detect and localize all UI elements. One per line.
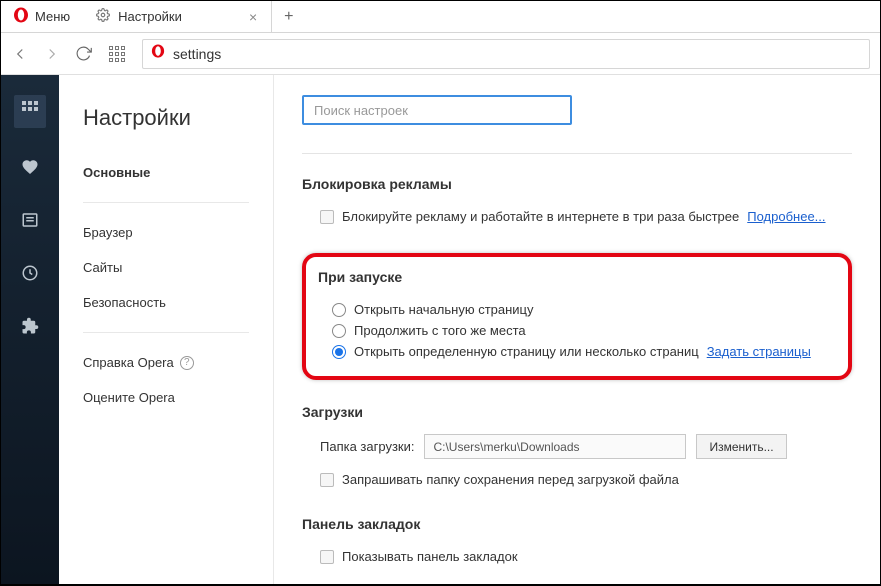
section-adblock: Блокировка рекламы Блокируйте рекламу и …: [302, 176, 852, 227]
set-pages-link[interactable]: Задать страницы: [707, 344, 811, 359]
address-bar[interactable]: settings: [142, 39, 870, 69]
forward-button[interactable]: [43, 45, 61, 63]
titlebar: Меню Настройки × +: [1, 1, 880, 33]
nav-item-security[interactable]: Безопасность: [83, 285, 249, 320]
download-folder-input[interactable]: C:\Users\merku\Downloads: [424, 434, 686, 459]
opera-logo-icon: [13, 7, 29, 26]
settings-sidebar: Настройки Основные Браузер Сайты Безопас…: [59, 75, 274, 584]
radio-icon[interactable]: [332, 324, 346, 338]
close-icon[interactable]: ×: [243, 9, 263, 25]
address-text: settings: [173, 46, 221, 62]
divider: [83, 202, 249, 203]
bookmarks-bar-checkbox-row[interactable]: Показывать панель закладок: [302, 546, 852, 567]
gear-icon: [96, 8, 110, 25]
rail-news-icon[interactable]: [21, 211, 39, 234]
search-input[interactable]: Поиск настроек: [302, 95, 572, 125]
radio-icon[interactable]: [332, 345, 346, 359]
startup-radio-3[interactable]: Открыть определенную страницу или нескол…: [314, 341, 840, 362]
download-folder-label: Папка загрузки:: [320, 439, 414, 454]
nav-item-help[interactable]: Справка Opera ?: [83, 345, 249, 380]
adblock-checkbox-row[interactable]: Блокируйте рекламу и работайте в интерне…: [302, 206, 852, 227]
checkbox-icon[interactable]: [320, 550, 334, 564]
rail-history-icon[interactable]: [21, 264, 39, 287]
tab-settings[interactable]: Настройки ×: [82, 1, 272, 32]
rail-heart-icon[interactable]: [21, 158, 39, 181]
toolbar: settings: [1, 33, 880, 75]
menu-button[interactable]: Меню: [1, 1, 82, 32]
menu-label: Меню: [35, 9, 70, 24]
checkbox-icon[interactable]: [320, 210, 334, 224]
startup-radio-2[interactable]: Продолжить с того же места: [314, 320, 840, 341]
startup-radio-1[interactable]: Открыть начальную страницу: [314, 299, 840, 320]
section-bookmarks-bar: Панель закладок Показывать панель заклад…: [302, 516, 852, 567]
left-rail: [1, 75, 59, 584]
section-title: Загрузки: [302, 404, 852, 420]
change-folder-button[interactable]: Изменить...: [696, 434, 786, 459]
section-title: Панель закладок: [302, 516, 852, 532]
reload-button[interactable]: [75, 45, 92, 62]
download-ask-checkbox-row[interactable]: Запрашивать папку сохранения перед загру…: [302, 469, 852, 490]
radio-icon[interactable]: [332, 303, 346, 317]
nav-item-sites[interactable]: Сайты: [83, 250, 249, 285]
settings-content: Поиск настроек Блокировка рекламы Блокир…: [274, 75, 880, 584]
nav-item-browser[interactable]: Браузер: [83, 215, 249, 250]
help-icon: ?: [180, 356, 194, 370]
speed-dial-button[interactable]: [106, 43, 128, 65]
rail-extensions-icon[interactable]: [21, 317, 39, 340]
tab-label: Настройки: [118, 9, 235, 24]
page-title: Настройки: [83, 105, 249, 131]
nav-item-main[interactable]: Основные: [83, 155, 249, 190]
adblock-learn-more-link[interactable]: Подробнее...: [747, 209, 825, 224]
rail-speed-dial-icon[interactable]: [14, 95, 46, 128]
section-startup-highlight: При запуске Открыть начальную страницу П…: [302, 253, 852, 380]
new-tab-button[interactable]: +: [272, 8, 305, 26]
section-downloads: Загрузки Папка загрузки: C:\Users\merku\…: [302, 404, 852, 490]
divider: [302, 153, 852, 154]
nav-item-rate[interactable]: Оцените Opera: [83, 380, 249, 415]
section-title: При запуске: [314, 269, 840, 285]
checkbox-icon[interactable]: [320, 473, 334, 487]
opera-logo-icon: [151, 44, 165, 63]
back-button[interactable]: [11, 45, 29, 63]
divider: [83, 332, 249, 333]
section-title: Блокировка рекламы: [302, 176, 852, 192]
